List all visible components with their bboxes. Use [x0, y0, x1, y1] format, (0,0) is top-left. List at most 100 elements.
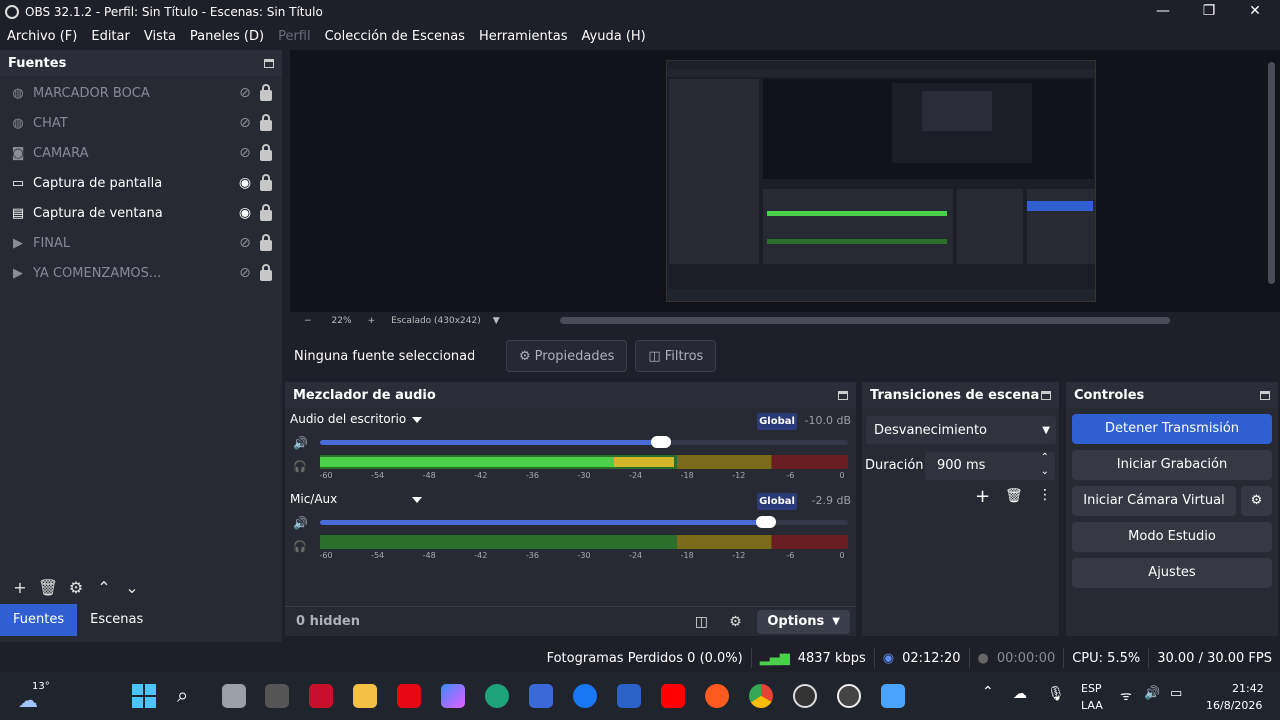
lock-icon[interactable] — [260, 234, 272, 251]
lock-icon[interactable] — [260, 264, 272, 281]
menu-editar[interactable]: Editar — [84, 29, 137, 44]
virtual-cam-settings-icon[interactable]: ⚙ — [1241, 486, 1272, 516]
task-view-icon[interactable] — [222, 684, 246, 708]
undock-icon[interactable] — [838, 390, 848, 400]
tab-escenas[interactable]: Escenas — [77, 604, 156, 636]
facebook-icon[interactable] — [573, 684, 597, 708]
monitor-audio-icon[interactable]: 🎧 — [293, 540, 307, 553]
source-item[interactable]: ▤ Captura de ventana ◉ — [0, 198, 282, 228]
undock-icon[interactable] — [1041, 390, 1051, 400]
eye-icon[interactable]: ◉ — [235, 175, 255, 191]
eye-slash-icon[interactable]: ⊘ — [235, 85, 255, 101]
settings-button[interactable]: Ajustes — [1072, 558, 1272, 588]
channel-dropdown-icon[interactable] — [412, 497, 422, 503]
menu-archivo[interactable]: Archivo (F) — [0, 29, 84, 44]
mcafee-icon[interactable] — [309, 684, 333, 708]
duration-input[interactable]: 900 ms ⌃ ⌄ — [925, 452, 1055, 480]
zoom-in-button[interactable]: + — [368, 316, 376, 326]
copilot-icon[interactable] — [441, 684, 465, 708]
app-flame-icon[interactable] — [705, 684, 729, 708]
source-item[interactable]: ▶ FINAL ⊘ — [0, 228, 282, 258]
source-item[interactable]: ◍ CHAT ⊘ — [0, 108, 282, 138]
tab-fuentes[interactable]: Fuentes — [0, 604, 78, 636]
volume-slider[interactable] — [320, 436, 848, 448]
menu-herramientas[interactable]: Herramientas — [472, 29, 575, 44]
eye-icon[interactable]: ◉ — [235, 205, 255, 221]
preview-hscrollbar[interactable] — [560, 317, 1170, 324]
speaker-icon[interactable]: 🔊 — [1144, 686, 1160, 701]
store-icon[interactable] — [529, 684, 553, 708]
source-settings-icon[interactable]: ⚙ — [62, 576, 90, 600]
mic-icon[interactable]: 🎙 — [1047, 686, 1065, 702]
clock-date[interactable]: 16/8/2026 — [1206, 699, 1262, 712]
menu-vista[interactable]: Vista — [137, 29, 183, 44]
app-m-icon[interactable] — [265, 684, 289, 708]
lang-code[interactable]: ESP — [1081, 682, 1102, 695]
zoom-out-button[interactable]: − — [304, 316, 312, 326]
eye-slash-icon[interactable]: ⊘ — [235, 145, 255, 161]
layout-toggle-icon[interactable]: ◫ — [689, 614, 713, 630]
youtube-icon[interactable] — [661, 684, 685, 708]
chrome-icon[interactable] — [749, 684, 773, 708]
volume-knob[interactable] — [650, 436, 671, 448]
scale-dropdown-icon[interactable]: ▼ — [493, 316, 500, 326]
app-blue-icon[interactable] — [617, 684, 641, 708]
menu-paneles[interactable]: Paneles (D) — [183, 29, 271, 44]
maximize-button[interactable]: ❐ — [1186, 0, 1232, 24]
transition-menu-icon[interactable]: ⋮ — [1038, 487, 1052, 503]
undock-icon[interactable] — [1260, 390, 1270, 400]
studio-mode-button[interactable]: Modo Estudio — [1072, 522, 1272, 552]
source-item[interactable]: ▶ YA COMENZAMOS... ⊘ — [0, 258, 282, 288]
search-icon[interactable]: ⌕ — [177, 683, 188, 707]
volume-slider[interactable] — [320, 516, 848, 528]
move-down-icon[interactable]: ⌄ — [118, 576, 146, 600]
obs-taskbar-icon[interactable] — [793, 684, 817, 708]
channel-dropdown-icon[interactable] — [412, 417, 422, 423]
minimize-button[interactable]: — — [1140, 0, 1186, 24]
lock-icon[interactable] — [260, 144, 272, 161]
chevron-up-icon[interactable]: ⌃ — [982, 684, 994, 700]
edge-icon[interactable] — [485, 684, 509, 708]
monitor-audio-icon[interactable]: 🎧 — [293, 460, 307, 473]
lock-icon[interactable] — [260, 84, 272, 101]
wifi-icon[interactable]: ᯤ — [1120, 686, 1132, 704]
speaker-icon[interactable]: 🔊 — [293, 516, 308, 530]
source-item[interactable]: ◙ CAMARA ⊘ — [0, 138, 282, 168]
lang-layout[interactable]: LAA — [1081, 699, 1103, 712]
notepad-icon[interactable] — [881, 684, 905, 708]
source-item[interactable]: ▭ Captura de pantalla ◉ — [0, 168, 282, 198]
app-gauge-icon[interactable] — [837, 684, 861, 708]
lock-icon[interactable] — [260, 114, 272, 131]
eye-slash-icon[interactable]: ⊘ — [235, 115, 255, 131]
menu-perfil[interactable]: Perfil — [271, 29, 318, 44]
file-explorer-icon[interactable] — [353, 684, 377, 708]
stop-stream-button[interactable]: Detener Transmisión — [1072, 414, 1272, 444]
battery-icon[interactable]: ▭ — [1170, 686, 1182, 701]
cloud-icon[interactable]: ☁ — [1013, 686, 1027, 702]
preview-canvas[interactable] — [666, 60, 1096, 302]
add-source-icon[interactable]: + — [6, 576, 34, 600]
start-recording-button[interactable]: Iniciar Grabación — [1072, 450, 1272, 480]
preview-vscrollbar[interactable] — [1268, 62, 1275, 284]
eye-slash-icon[interactable]: ⊘ — [235, 265, 255, 281]
filters-button[interactable]: ◫ Filtros — [635, 340, 717, 372]
options-button[interactable]: Options ▼ — [757, 609, 850, 634]
start-virtual-cam-button[interactable]: Iniciar Cámara Virtual — [1072, 486, 1236, 516]
lock-icon[interactable] — [260, 204, 272, 221]
spin-down-icon[interactable]: ⌄ — [1041, 458, 1049, 486]
menu-coleccion-escenas[interactable]: Colección de Escenas — [318, 29, 472, 44]
close-button[interactable]: ✕ — [1232, 0, 1278, 24]
move-up-icon[interactable]: ⌃ — [90, 576, 118, 600]
menu-ayuda[interactable]: Ayuda (H) — [575, 29, 653, 44]
properties-button[interactable]: ⚙ Propiedades — [506, 340, 628, 372]
volume-knob[interactable] — [756, 516, 777, 528]
add-transition-icon[interactable]: + — [975, 486, 990, 507]
lock-icon[interactable] — [260, 174, 272, 191]
source-item[interactable]: ◍ MARCADOR BOCA ⊘ — [0, 78, 282, 108]
netflix-icon[interactable] — [397, 684, 421, 708]
transition-select[interactable]: Desvanecimiento ▼ — [866, 416, 1056, 444]
undock-icon[interactable] — [264, 58, 274, 68]
clock-time[interactable]: 21:42 — [1232, 682, 1264, 695]
advanced-audio-icon[interactable]: ⚙ — [723, 614, 747, 630]
start-menu-icon[interactable] — [132, 684, 156, 708]
